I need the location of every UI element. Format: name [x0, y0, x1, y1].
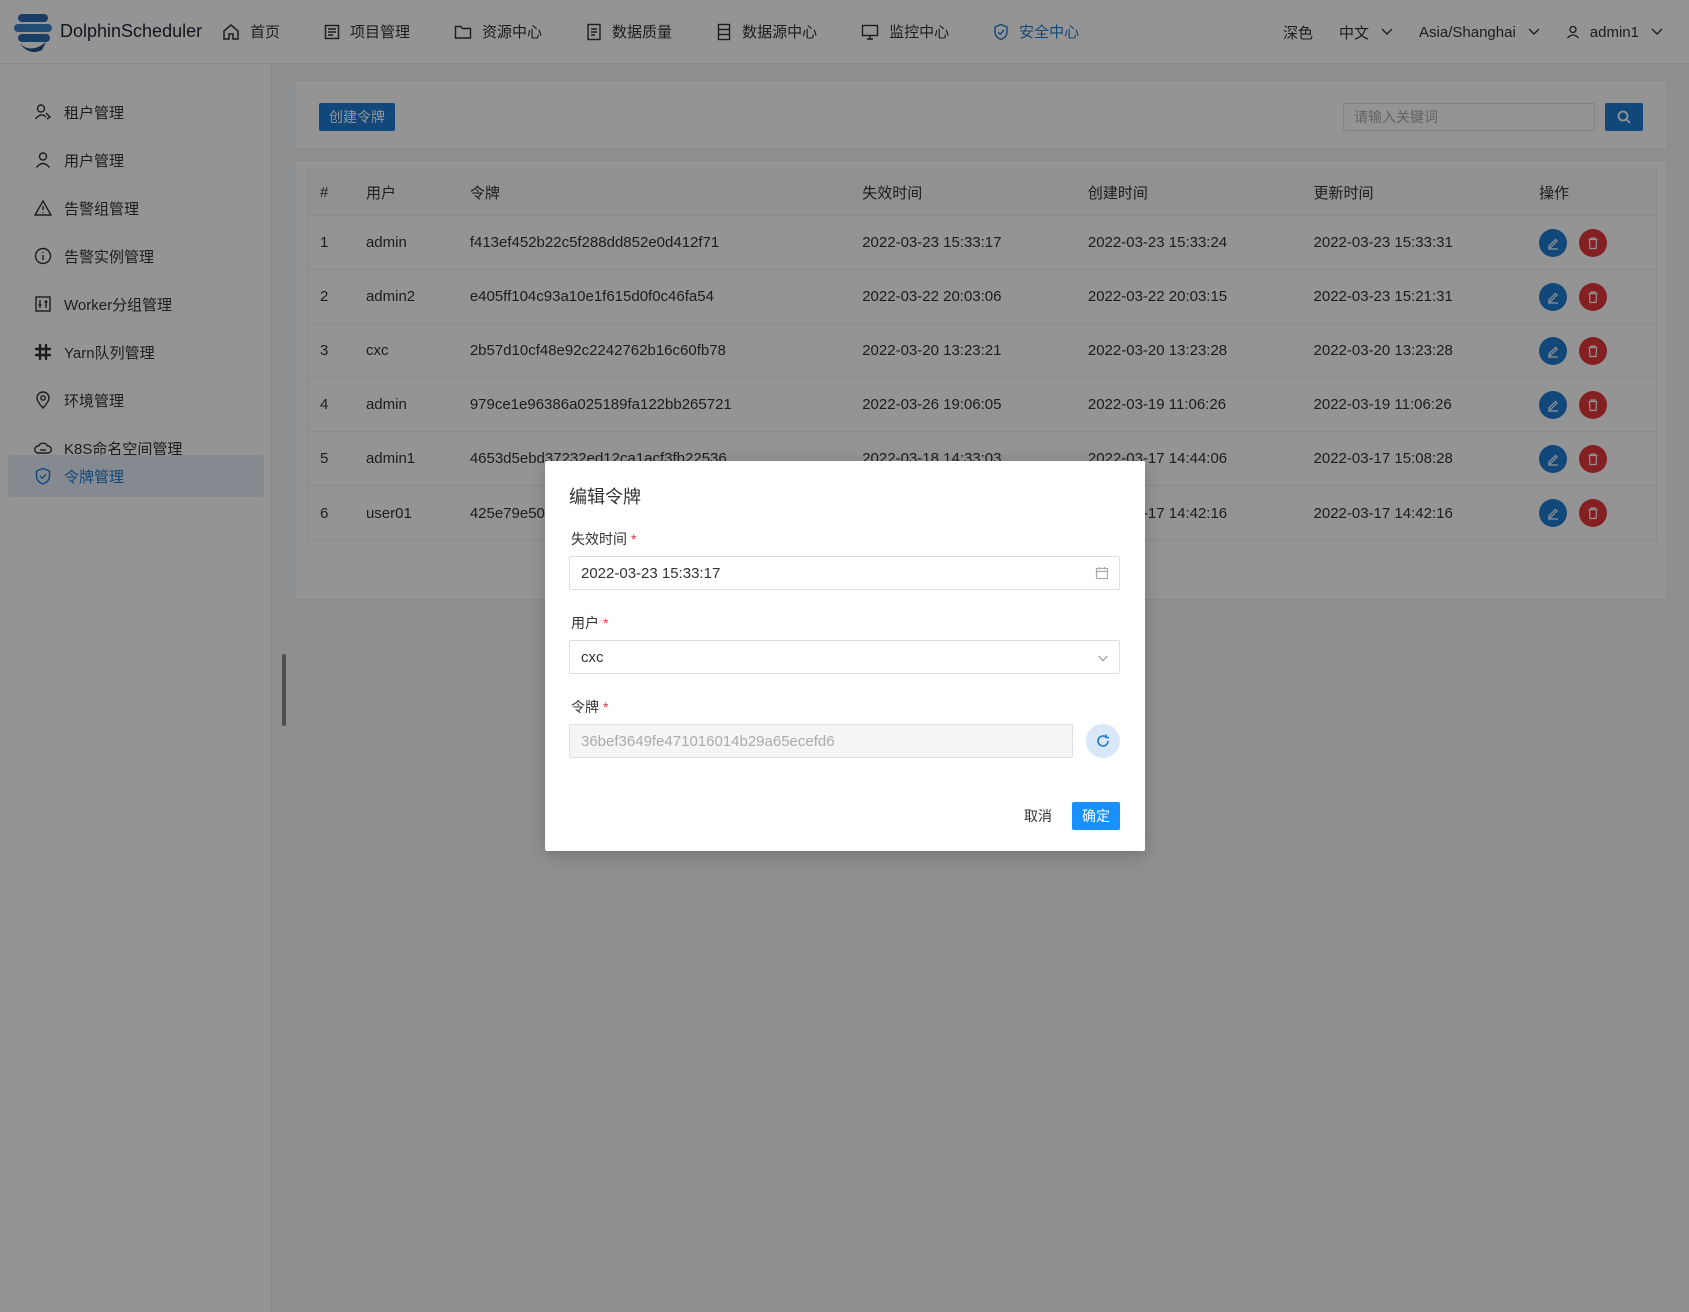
- chevron-down-icon: [1098, 655, 1108, 662]
- token-label-text: 令牌: [571, 699, 599, 715]
- expire-time-label-text: 失效时间: [571, 531, 627, 547]
- required-mark: *: [631, 531, 637, 547]
- token-label: 令牌 *: [571, 697, 608, 717]
- token-input[interactable]: 36bef3649fe471016014b29a65ecefd6: [569, 724, 1073, 758]
- confirm-button[interactable]: 确定: [1072, 802, 1120, 830]
- expire-time-picker[interactable]: 2022-03-23 15:33:17: [569, 556, 1120, 590]
- refresh-icon: [1097, 734, 1109, 747]
- modal-title: 编辑令牌: [569, 487, 641, 507]
- user-select[interactable]: cxc: [569, 640, 1120, 674]
- user-label-text: 用户: [571, 615, 599, 631]
- user-select-value: cxc: [581, 648, 604, 666]
- user-label: 用户 *: [571, 613, 608, 633]
- calendar-icon: [1095, 567, 1109, 580]
- expire-time-label: 失效时间 *: [571, 529, 636, 549]
- required-mark: *: [603, 615, 609, 631]
- expire-time-value: 2022-03-23 15:33:17: [581, 564, 721, 582]
- cancel-button[interactable]: 取消: [1014, 802, 1062, 830]
- edit-token-modal: 编辑令牌 失效时间 * 2022-03-23 15:33:17 用户 * cxc 令…: [545, 461, 1145, 851]
- regenerate-token-button[interactable]: [1086, 724, 1120, 758]
- required-mark: *: [603, 699, 609, 715]
